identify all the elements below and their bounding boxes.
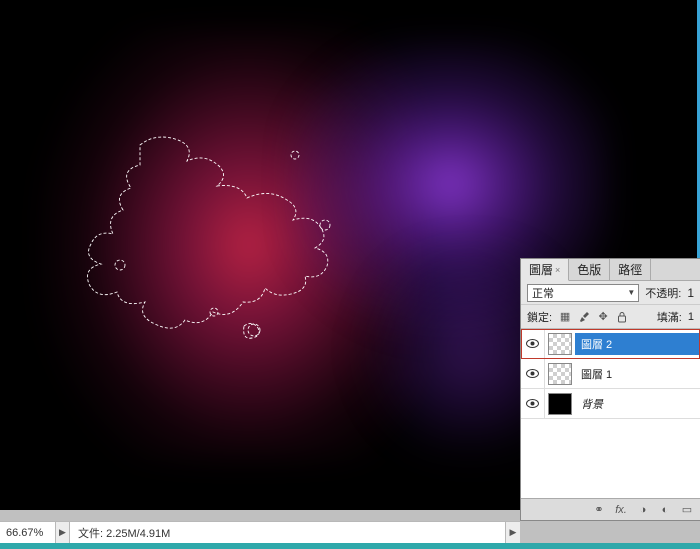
blend-mode-select[interactable]: 正常 ▼ — [527, 284, 639, 302]
fill-label: 填滿: — [657, 309, 682, 325]
doc-info-menu-icon[interactable]: ▶ — [506, 522, 520, 543]
lock-label: 鎖定: — [527, 309, 552, 325]
layer-row-background[interactable]: 背景 — [521, 389, 700, 419]
lock-icons: ▦ ✥ — [558, 310, 629, 324]
lock-row: 鎖定: ▦ ✥ 填滿: 1 — [521, 305, 700, 329]
window-border-bottom — [0, 543, 700, 549]
panel-footer: ⚭ fx. ◑ ◐ ▭ — [521, 498, 700, 520]
status-bar: 66.67% ▶ 文件: 2.25M/4.91M ▶ — [0, 521, 520, 543]
eye-icon — [526, 339, 539, 348]
visibility-toggle[interactable] — [521, 389, 545, 418]
panel-tabs: 圖層 × 色版 路徑 — [521, 259, 700, 281]
eye-icon — [526, 369, 539, 378]
layer-thumbnail[interactable] — [548, 333, 572, 355]
tab-channels[interactable]: 色版 — [569, 259, 610, 280]
opacity-label: 不透明: — [645, 285, 681, 301]
tab-layers[interactable]: 圖層 × — [521, 259, 569, 281]
layer-row-2[interactable]: 圖層 2 — [521, 329, 700, 359]
layers-panel: 圖層 × 色版 路徑 正常 ▼ 不透明: 1 鎖定: ▦ ✥ 填滿: 1 — [520, 258, 700, 521]
layer-name[interactable]: 圖層 2 — [575, 333, 700, 355]
layer-row-1[interactable]: 圖層 1 — [521, 359, 700, 389]
visibility-toggle[interactable] — [521, 359, 545, 388]
visibility-toggle[interactable] — [521, 329, 545, 358]
layer-thumbnail[interactable] — [548, 393, 572, 415]
layer-mask-icon[interactable]: ◑ — [636, 503, 650, 517]
adjustment-layer-icon[interactable]: ◐ — [658, 503, 672, 517]
zoom-menu-icon[interactable]: ▶ — [56, 522, 70, 543]
fill-value[interactable]: 1 — [688, 311, 694, 323]
blend-mode-row: 正常 ▼ 不透明: 1 — [521, 281, 700, 305]
lock-brush-icon[interactable] — [577, 310, 591, 324]
link-layers-icon[interactable]: ⚭ — [592, 503, 606, 517]
layer-name[interactable]: 背景 — [575, 393, 700, 415]
lock-all-icon[interactable] — [615, 310, 629, 324]
chevron-down-icon: ▼ — [627, 288, 638, 297]
group-icon[interactable]: ▭ — [680, 503, 694, 517]
close-icon[interactable]: × — [555, 265, 560, 275]
tab-paths[interactable]: 路徑 — [610, 259, 651, 280]
eye-icon — [526, 399, 539, 408]
layers-list: 圖層 2 圖層 1 背景 — [521, 329, 700, 498]
lock-transparent-icon[interactable]: ▦ — [558, 310, 572, 324]
layer-fx-icon[interactable]: fx. — [614, 503, 628, 517]
layer-thumbnail[interactable] — [548, 363, 572, 385]
zoom-level[interactable]: 66.67% — [0, 522, 56, 543]
document-info: 文件: 2.25M/4.91M — [70, 522, 506, 543]
lock-move-icon[interactable]: ✥ — [596, 310, 610, 324]
opacity-value[interactable]: 1 — [687, 286, 694, 300]
blend-mode-value: 正常 — [532, 285, 554, 301]
tab-layers-label: 圖層 — [529, 261, 553, 278]
layer-name[interactable]: 圖層 1 — [575, 363, 700, 385]
